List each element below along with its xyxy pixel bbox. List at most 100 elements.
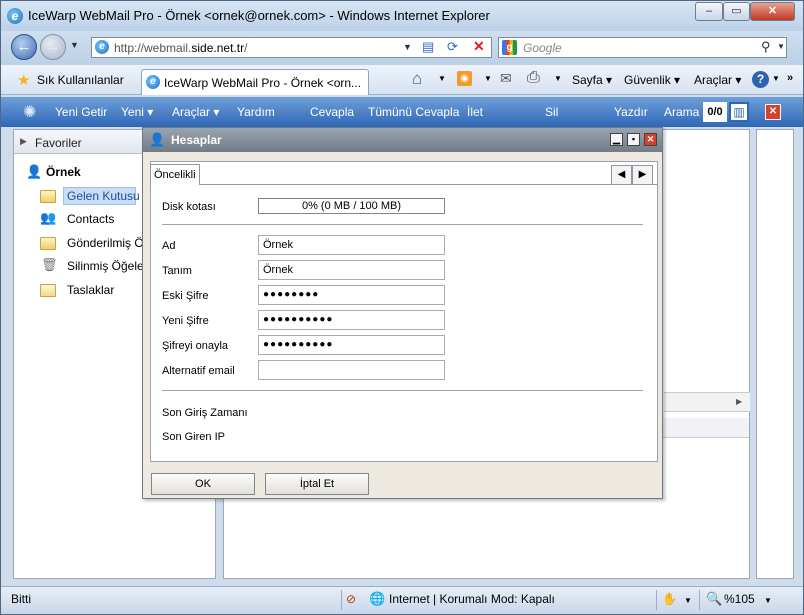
folder-drafts[interactable]: Taslaklar xyxy=(67,283,114,297)
close-window-button[interactable]: ✕ xyxy=(750,2,795,21)
search-dropdown-icon[interactable]: ▼ xyxy=(777,42,785,51)
search-icon[interactable]: ⚲ xyxy=(761,39,771,55)
horizontal-scrollbar[interactable]: ▶ xyxy=(664,392,750,412)
favorites-button[interactable]: Sık Kullanılanlar xyxy=(37,73,124,87)
inbox-icon xyxy=(40,190,56,203)
name-label: Ad xyxy=(162,240,176,252)
new-password-field[interactable]: ●●●●●●●●●● xyxy=(258,310,445,330)
forward-button[interactable]: → xyxy=(40,34,66,60)
account-name[interactable]: Örnek xyxy=(46,165,81,179)
refresh-icon[interactable]: ⟳ xyxy=(447,39,458,55)
cancel-button[interactable]: İptal Et xyxy=(265,473,369,495)
rss-dropdown-icon[interactable]: ▼ xyxy=(484,74,492,83)
dialog-close-button[interactable]: ✕ xyxy=(644,133,657,146)
tab-next-button[interactable]: ▶ xyxy=(632,165,653,185)
tab-prev-button[interactable]: ◀ xyxy=(611,165,632,185)
security-zone[interactable]: Internet | Korumalı Mod: Kapalı xyxy=(389,592,555,606)
history-dropdown-icon[interactable]: ▼ xyxy=(70,40,79,50)
fetch-new-button[interactable]: Yeni Getir xyxy=(55,105,107,119)
last-login-label: Son Giriş Zamanı xyxy=(162,407,248,419)
delete-button[interactable]: Sil xyxy=(545,105,558,119)
tab-ie-icon: e xyxy=(146,75,160,89)
disk-quota-bar: 0% (0 MB / 100 MB) xyxy=(258,198,445,214)
old-password-field[interactable]: ●●●●●●●● xyxy=(258,285,445,305)
google-icon: g xyxy=(502,40,517,55)
window-title: IceWarp WebMail Pro - Örnek <ornek@ornek… xyxy=(28,8,490,23)
protected-mode-icon[interactable]: ✋ xyxy=(662,592,677,606)
name-field[interactable]: Örnek xyxy=(258,235,445,255)
zoom-level[interactable]: %105 xyxy=(724,592,755,606)
new-button[interactable]: Yeni ▾ xyxy=(121,105,153,119)
expand-arrow-icon[interactable]: ▶ xyxy=(20,136,27,147)
drafts-icon xyxy=(40,284,56,297)
scroll-right-icon[interactable]: ▶ xyxy=(736,397,742,406)
minimize-button[interactable]: – xyxy=(695,2,723,21)
dialog-title-bar[interactable]: 👤 Hesaplar ▁ ▪ ✕ xyxy=(143,128,662,152)
favorites-star-icon[interactable]: ★ xyxy=(17,71,30,89)
forward-mail-button[interactable]: İlet xyxy=(467,105,483,119)
address-bar[interactable]: e http://webmail.side.net.tr/ ▼ ▤ ⟳ ✕ xyxy=(91,37,492,58)
message-counter: 0/0 xyxy=(703,102,727,122)
stop-icon[interactable]: ✕ xyxy=(473,38,485,55)
status-bar: Bitti ⊘ 🌐 Internet | Korumalı Mod: Kapal… xyxy=(1,586,803,614)
maximize-button[interactable]: ▭ xyxy=(723,2,750,21)
globe-icon: 🌐 xyxy=(369,591,386,606)
browser-tab[interactable]: e IceWarp WebMail Pro - Örnek <orn... xyxy=(141,69,369,95)
help-icon[interactable]: ? xyxy=(752,71,769,88)
folder-trash[interactable]: Silinmiş Öğeler xyxy=(67,259,148,273)
page-menu[interactable]: Sayfa ▾ xyxy=(572,73,612,87)
title-bar: e IceWarp WebMail Pro - Örnek <ornek@orn… xyxy=(1,1,803,31)
status-separator xyxy=(341,590,342,610)
zoom-icon[interactable]: 🔍 xyxy=(706,591,722,607)
folder-contacts[interactable]: Contacts xyxy=(67,212,114,226)
home-icon[interactable]: ⌂ xyxy=(412,69,422,89)
logout-icon[interactable]: ✕ xyxy=(765,104,781,120)
account-icon: 👤 xyxy=(26,164,43,179)
trash-icon: 🗑 xyxy=(41,257,58,272)
confirm-password-label: Şifreyi onayla xyxy=(162,340,229,352)
command-bar: ★ Sık Kullanılanlar e IceWarp WebMail Pr… xyxy=(1,65,803,95)
read-mail-icon[interactable]: ✉ xyxy=(500,70,512,87)
address-dropdown-icon[interactable]: ▼ xyxy=(403,42,412,52)
sent-icon xyxy=(40,237,56,250)
help-button[interactable]: Yardım xyxy=(237,105,275,119)
zoom-dropdown-icon[interactable]: ▼ xyxy=(764,596,772,605)
print-icon[interactable]: ⎙ xyxy=(527,69,540,87)
reply-button[interactable]: Cevapla xyxy=(310,105,354,119)
more-chevron-icon[interactable]: » xyxy=(787,72,793,84)
url-text: http://webmail.side.net.tr/ xyxy=(114,41,248,55)
tab-primary[interactable]: Öncelikli xyxy=(150,164,200,185)
dialog-maximize-button[interactable]: ▪ xyxy=(627,133,640,146)
disk-quota-label: Disk kotası xyxy=(162,201,216,213)
print-dropdown-icon[interactable]: ▼ xyxy=(554,74,562,83)
confirm-password-field[interactable]: ●●●●●●●●●● xyxy=(258,335,445,355)
contacts-icon: 👥 xyxy=(40,210,57,225)
alt-email-field[interactable] xyxy=(258,360,445,380)
tools-menu[interactable]: Araçlar ▾ xyxy=(694,73,741,87)
tools-button[interactable]: Araçlar ▾ xyxy=(172,105,219,119)
side-panel xyxy=(756,129,794,579)
compatibility-icon[interactable]: ▤ xyxy=(422,39,434,55)
search-input[interactable]: g Google ⚲ ▼ xyxy=(498,37,787,58)
back-button[interactable]: ← xyxy=(11,34,37,60)
reply-all-button[interactable]: Tümünü Cevapla xyxy=(368,105,459,119)
print-mail-button[interactable]: Yazdır xyxy=(614,105,648,119)
new-password-label: Yeni Şifre xyxy=(162,315,209,327)
protected-dropdown-icon[interactable]: ▼ xyxy=(684,596,692,605)
tab-title: IceWarp WebMail Pro - Örnek <orn... xyxy=(164,76,362,90)
ok-button[interactable]: OK xyxy=(151,473,255,495)
dialog-minimize-button[interactable]: ▁ xyxy=(610,133,623,146)
search-mail-button[interactable]: Arama xyxy=(664,105,699,119)
help-dropdown-icon[interactable]: ▼ xyxy=(772,74,780,83)
old-password-label: Eski Şifre xyxy=(162,290,209,302)
dialog-title: Hesaplar xyxy=(171,133,222,147)
safety-menu[interactable]: Güvenlik ▾ xyxy=(624,73,680,87)
folder-inbox[interactable]: Gelen Kutusu xyxy=(67,189,140,203)
layout-toggle-icon[interactable]: ▥ xyxy=(729,102,749,122)
refresh-mail-icon[interactable]: ✺ xyxy=(23,102,36,122)
description-field[interactable]: Örnek xyxy=(258,260,445,280)
description-label: Tanım xyxy=(162,265,192,277)
rss-icon[interactable]: ◉ xyxy=(457,71,472,86)
home-dropdown-icon[interactable]: ▼ xyxy=(438,74,446,83)
search-placeholder: Google xyxy=(523,41,562,55)
